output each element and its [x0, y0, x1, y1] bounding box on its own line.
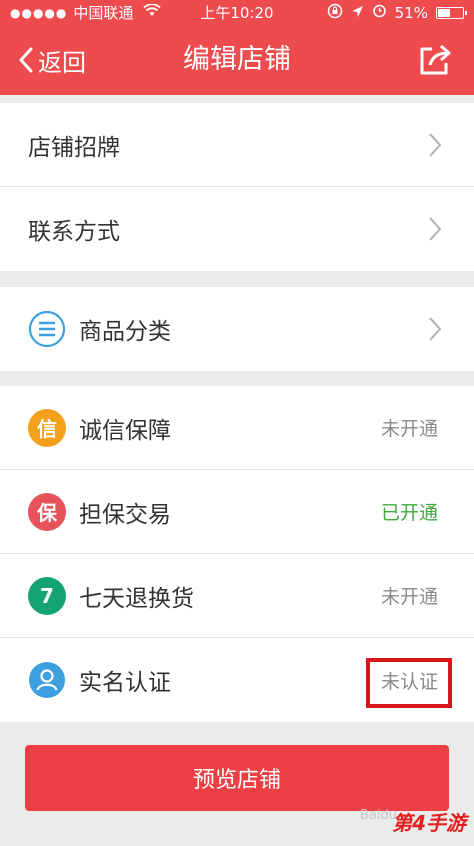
back-label: 返回 [38, 48, 86, 77]
status-text: 已开通 [380, 502, 438, 524]
annotation-highlight-box [366, 658, 452, 708]
list-item-label: 七天退换货 [79, 585, 194, 612]
status-bar: ●●●●● 中国联通 上午10:20 51% [0, 0, 474, 25]
site-watermark: 第4手游 [392, 811, 466, 835]
list-item-label: 担保交易 [79, 501, 171, 528]
list-item-contact[interactable]: 联系方式 [0, 187, 474, 271]
list-item-label: 实名认证 [79, 670, 171, 696]
chevron-left-icon [19, 47, 33, 73]
seven-day-return-icon: 7 [28, 576, 66, 615]
list-icon [28, 310, 66, 348]
settings-group-basic: 店铺招牌 联系方式 [0, 103, 474, 271]
signal-strength-icon: ●●●●● [10, 5, 68, 20]
status-text: 未开通 [380, 586, 438, 608]
chevron-right-icon [429, 133, 442, 157]
back-button[interactable]: 返回 [18, 25, 86, 95]
battery-icon [436, 6, 467, 19]
location-icon [351, 4, 364, 22]
list-item-product-category[interactable]: 商品分类 [0, 287, 474, 371]
list-item-label: 联系方式 [28, 219, 120, 245]
status-text: 未开通 [380, 418, 438, 440]
settings-group-services: 信 诚信保障 未开通 保 担保交易 已开通 7 七天退换货 未开通 实名认证 未… [0, 386, 474, 722]
preview-shop-button[interactable]: 预览店铺 [25, 745, 449, 811]
list-item-escrow-trade[interactable]: 保 担保交易 已开通 [0, 470, 474, 554]
list-item-integrity-guarantee[interactable]: 信 诚信保障 未开通 [0, 386, 474, 470]
settings-group-category: 商品分类 [0, 287, 474, 371]
chevron-right-icon [429, 317, 442, 341]
person-icon [28, 661, 66, 699]
battery-percent: 51% [394, 3, 428, 22]
list-item-label: 商品分类 [79, 319, 171, 345]
list-item-label: 诚信保障 [79, 417, 171, 444]
integrity-icon: 信 [28, 408, 66, 447]
escrow-icon: 保 [28, 492, 66, 531]
wifi-icon [143, 3, 162, 21]
share-icon[interactable] [418, 43, 452, 77]
list-item-label: 店铺招牌 [28, 134, 120, 161]
alarm-icon [372, 3, 387, 22]
list-item-real-name-verification[interactable]: 实名认证 未认证 [0, 638, 474, 722]
list-item-shop-sign[interactable]: 店铺招牌 [0, 103, 474, 187]
nav-bar: 返回 编辑店铺 [0, 25, 474, 95]
carrier-label: 中国联通 [73, 4, 134, 22]
list-item-seven-day-return[interactable]: 7 七天退换货 未开通 [0, 554, 474, 638]
chevron-right-icon [429, 217, 442, 241]
rotation-lock-icon [327, 3, 343, 23]
